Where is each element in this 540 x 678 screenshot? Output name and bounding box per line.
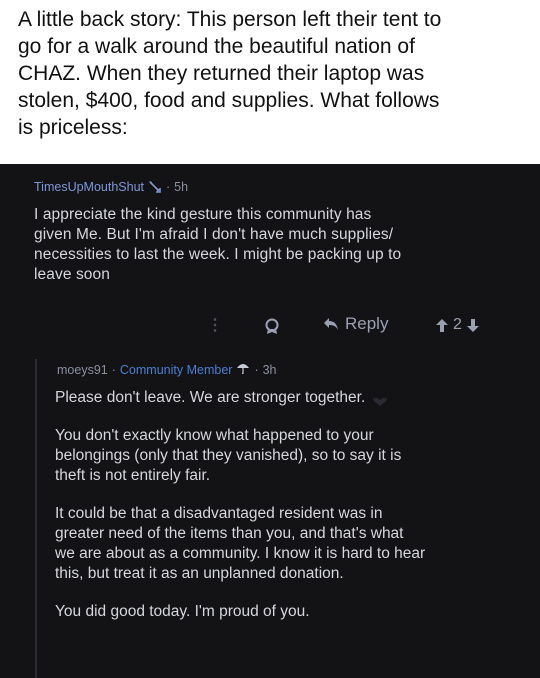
- heart-icon: [371, 393, 389, 406]
- reply-body: Please don't leave. We are stronger toge…: [55, 388, 525, 640]
- reply-label: Reply: [345, 314, 389, 333]
- comment-line: I appreciate the kind gesture this commu…: [34, 206, 372, 223]
- reply-username[interactable]: moeys91: [57, 363, 108, 377]
- caption-line: CHAZ. When they returned their laptop wa…: [18, 62, 425, 85]
- reply-line: theft is not entirely fair.: [55, 467, 211, 484]
- award-icon[interactable]: [263, 317, 281, 335]
- upvote-arrow-icon[interactable]: [436, 318, 448, 332]
- comment-age: 5h: [174, 180, 189, 194]
- reply-paragraph: It could be that a disadvantaged residen…: [55, 504, 525, 584]
- reply-line: Please don't leave. We are stronger toge…: [55, 389, 366, 406]
- reply-line: It could be that a disadvantaged residen…: [55, 505, 383, 522]
- vote-control: 2: [436, 316, 479, 334]
- reply-paragraph: Please don't leave. We are stronger toge…: [55, 388, 525, 408]
- header-separator: ·: [166, 180, 171, 194]
- reply-line: this, but treat it as an unplanned donat…: [55, 565, 344, 582]
- comment-actions: ⋮ Reply 2: [200, 314, 520, 340]
- caption-line: stolen, $400, food and supplies. What fo…: [18, 89, 440, 112]
- comment-line: given Me. But I'm afraid I don't have mu…: [34, 226, 394, 243]
- comment-line: necessities to last the week. I might be…: [34, 246, 402, 263]
- caption-line: go for a walk around the beautiful natio…: [18, 35, 415, 58]
- reply-age: 3h: [262, 362, 277, 377]
- comment-line: leave soon: [34, 266, 110, 283]
- umbrella-icon: [236, 362, 250, 377]
- reply-line: greater need of the items than you, and …: [55, 525, 404, 542]
- vote-count: 2: [453, 316, 462, 333]
- reply-line: You don't exactly know what happened to …: [55, 427, 374, 444]
- thread-line[interactable]: [35, 359, 37, 678]
- reply-button[interactable]: Reply: [323, 314, 388, 334]
- reply-line: You did good today. I'm proud of you.: [55, 603, 310, 620]
- header-separator: ·: [254, 362, 259, 377]
- caption-text-block: A little back story: This person left th…: [0, 0, 540, 164]
- downvote-arrow-icon[interactable]: [466, 318, 479, 332]
- reply-arrow-icon: [324, 318, 338, 330]
- reply-paragraph: You don't exactly know what happened to …: [55, 426, 525, 486]
- reply-line: we are about as a community. I know it i…: [55, 545, 426, 562]
- comment-thread: TimesUpMouthShut · 5h I appreciate the k…: [0, 164, 540, 678]
- comment-body: I appreciate the kind gesture this commu…: [34, 205, 514, 285]
- reply-line: belongings (only that they vanished), so…: [55, 447, 402, 464]
- comment-username[interactable]: TimesUpMouthShut: [34, 180, 144, 194]
- caption-line: A little back story: This person left th…: [18, 8, 442, 31]
- comment-header: TimesUpMouthShut · 5h: [34, 180, 188, 194]
- sword-icon: [148, 181, 162, 193]
- reply-paragraph: You did good today. I'm proud of you.: [55, 602, 525, 622]
- more-options-icon[interactable]: ⋮: [207, 317, 223, 335]
- user-flair: Community Member: [119, 362, 233, 377]
- reply-header: moeys91 · Community Member · 3h: [57, 362, 277, 377]
- header-separator: ·: [111, 362, 116, 377]
- caption-line: is priceless:: [18, 116, 128, 139]
